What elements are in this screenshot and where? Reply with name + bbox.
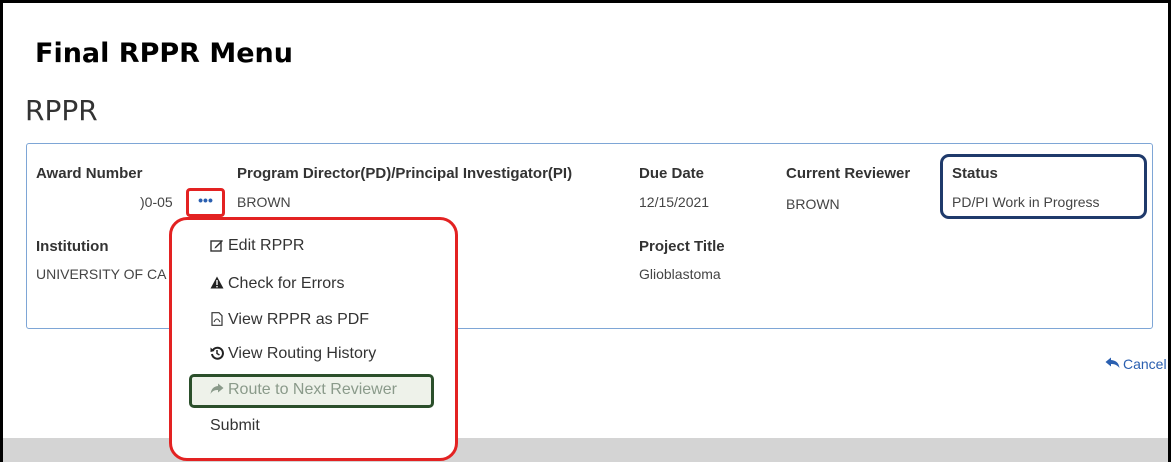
menu-item-submit[interactable]: Submit	[210, 417, 260, 435]
institution-value: UNIVERSITY OF CA	[36, 266, 167, 282]
reply-icon	[1105, 356, 1120, 372]
page-title: RPPR	[25, 94, 98, 127]
actions-menu-button[interactable]: •••	[186, 188, 225, 217]
menu-item-label: Check for Errors	[228, 275, 345, 292]
rppr-actions-menu: Edit RPPR Check for Errors View RPPR as …	[169, 217, 458, 461]
cancel-label: Cancel	[1123, 356, 1167, 372]
menu-item-view-routing-history[interactable]: View Routing History	[209, 345, 376, 363]
menu-item-edit-rppr[interactable]: Edit RPPR	[209, 237, 304, 255]
menu-item-check-for-errors[interactable]: Check for Errors	[209, 275, 344, 293]
pd-pi-label: Program Director(PD)/Principal Investiga…	[237, 165, 573, 182]
history-icon	[209, 346, 225, 363]
share-icon	[209, 382, 225, 398]
institution-label: Institution	[36, 238, 109, 255]
pdf-icon	[209, 311, 225, 329]
menu-item-label: Edit RPPR	[228, 237, 305, 254]
due-date-value: 12/15/2021	[639, 194, 710, 210]
menu-item-route-to-next-reviewer[interactable]: Route to Next Reviewer	[209, 381, 397, 399]
project-title-value: Glioblastoma	[639, 266, 721, 282]
project-title-label: Project Title	[639, 238, 725, 255]
current-reviewer-label: Current Reviewer	[786, 165, 911, 182]
status-highlight-box	[940, 154, 1147, 219]
edit-icon	[209, 238, 225, 255]
award-number-value: )0-05	[140, 194, 173, 210]
menu-item-label: Route to Next Reviewer	[228, 381, 397, 398]
due-date-label: Due Date	[639, 165, 705, 182]
menu-item-label: Submit	[210, 417, 260, 434]
caption-title: Final RPPR Menu	[35, 38, 293, 69]
award-number-label: Award Number	[36, 165, 143, 182]
ellipsis-icon: •••	[198, 191, 213, 208]
warning-icon	[209, 276, 225, 292]
menu-item-label: View Routing History	[228, 345, 377, 362]
current-reviewer-value: BROWN	[786, 196, 840, 212]
pd-pi-value: BROWN	[237, 194, 291, 210]
menu-item-label: View RPPR as PDF	[228, 311, 370, 328]
menu-item-view-pdf[interactable]: View RPPR as PDF	[209, 311, 369, 329]
cancel-link[interactable]: Cancel	[1105, 356, 1167, 372]
